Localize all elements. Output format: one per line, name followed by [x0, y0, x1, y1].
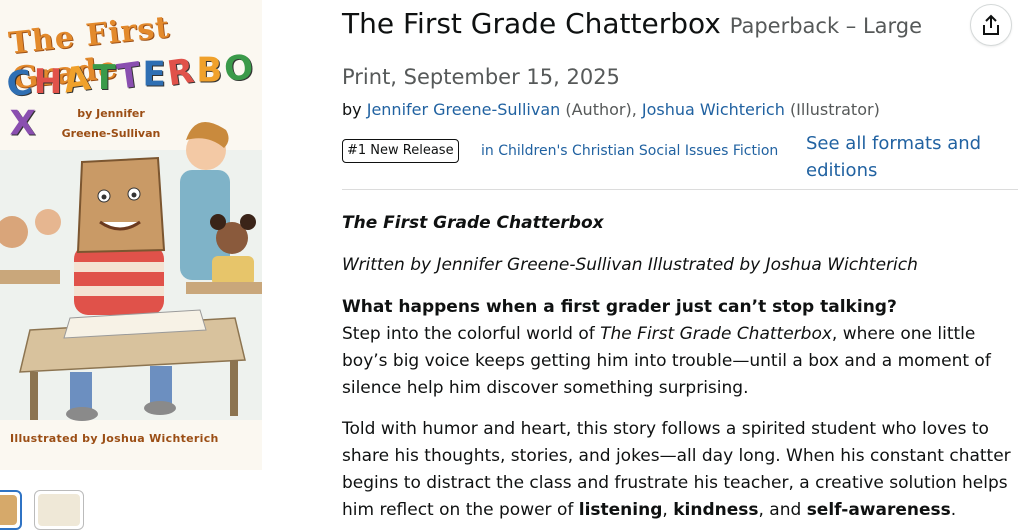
description-book-title: The First Grade Chatterbox: [342, 213, 604, 233]
see-all-formats-link[interactable]: See all formats and editions: [806, 130, 1006, 184]
description-paragraph-1: What happens when a first grader just ca…: [342, 294, 1018, 402]
cover-title-letter: A: [61, 57, 96, 102]
badge-category-link[interactable]: in Children's Christian Social Issues Fi…: [481, 141, 778, 161]
cover-title-letter: O: [221, 46, 258, 91]
illustrator-role: (Illustrator): [789, 100, 880, 119]
description-p1-before: Step into the colorful world of: [342, 324, 601, 344]
description-p1-title: The First Grade Chatterbox: [600, 324, 832, 344]
product-format-date: Print, September 15, 2025: [342, 65, 620, 89]
cover-title-letter: R: [165, 50, 199, 95]
description-p2-end: .: [950, 500, 957, 520]
description-p2-sep1: ,: [662, 500, 674, 520]
share-icon: [983, 14, 999, 35]
byline-by: by: [342, 100, 362, 119]
cover-title-letter: T: [92, 57, 118, 98]
product-title: The First Grade Chatterbox: [342, 7, 721, 40]
cover-author-line1: by Jennifer: [77, 107, 145, 120]
new-release-badge[interactable]: #1 New Release: [342, 139, 459, 163]
share-button[interactable]: [970, 4, 1012, 46]
description-p2-listening: listening: [578, 500, 663, 520]
description-paragraph-2: Told with humor and heart, this story fo…: [342, 416, 1018, 524]
cover-illustrator: Illustrated by Joshua Wichterich: [10, 432, 219, 445]
cover-author: by Jennifer Greene-Sullivan: [46, 104, 176, 144]
cover-author-line2: Greene-Sullivan: [61, 127, 161, 140]
description-p2-self-awareness: self-awareness: [806, 500, 951, 520]
byline: by Jennifer Greene-Sullivan (Author), Jo…: [342, 98, 880, 122]
description-question: What happens when a first grader just ca…: [342, 297, 897, 317]
cover-title-letter: C: [4, 62, 37, 106]
cover-title-letter: B: [195, 50, 224, 91]
description-credits: Written by Jennifer Greene-Sullivan Illu…: [342, 255, 918, 275]
section-divider: [342, 189, 1018, 190]
author-role: (Author),: [565, 100, 637, 119]
product-format: Paperback – Large: [729, 14, 923, 38]
author-link[interactable]: Jennifer Greene-Sullivan: [367, 100, 561, 119]
book-cover-image[interactable]: The First Grade CHATTERBOX by Jennifer G…: [0, 0, 262, 470]
product-title-line: The First Grade Chatterbox Paperback – L…: [342, 4, 962, 46]
illustrator-link[interactable]: Joshua Wichterich: [642, 100, 785, 119]
cover-title-letter: E: [142, 54, 168, 95]
cover-title-letter: T: [114, 54, 146, 98]
cover-title-letter: H: [33, 61, 65, 102]
description-p2-sep2: , and: [758, 500, 807, 520]
thumbnail-cover-front[interactable]: [0, 490, 22, 530]
description-p2-kindness: kindness: [673, 500, 759, 520]
thumbnail-cover-back[interactable]: [34, 490, 84, 530]
cover-title-letter: X: [9, 103, 38, 144]
